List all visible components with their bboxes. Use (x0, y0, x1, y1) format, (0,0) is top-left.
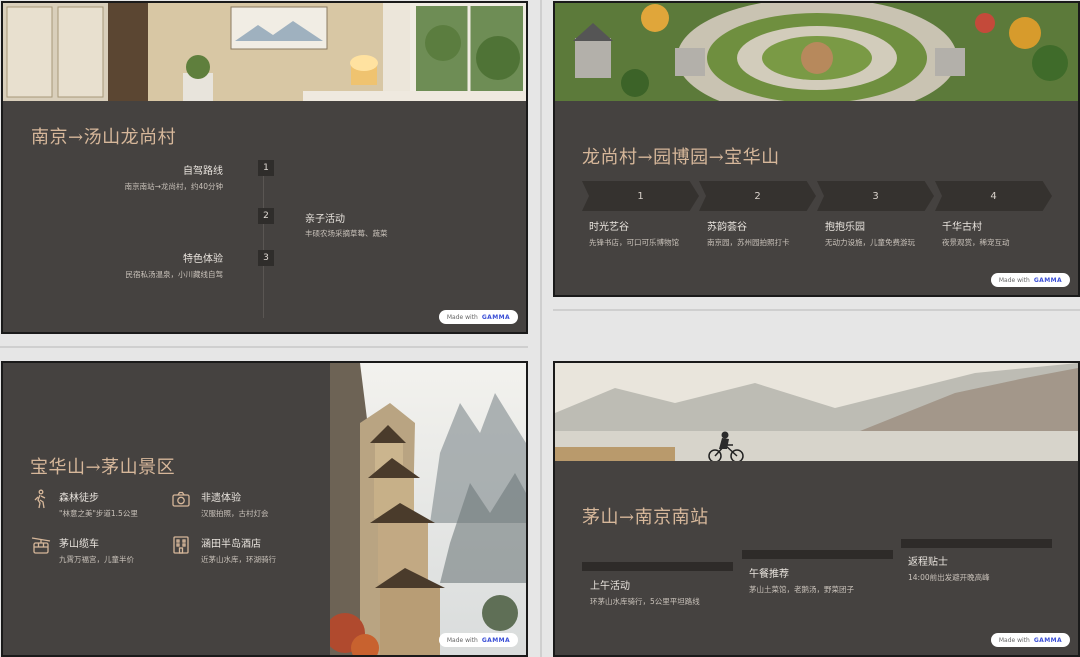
step-number-badge: 1 (258, 160, 274, 176)
interior-room-image (3, 3, 526, 101)
section-description: 14:00前出发避开晚高峰 (908, 573, 990, 582)
made-with-gamma-badge[interactable]: Made with GAMMA (438, 310, 518, 324)
section-bar (901, 539, 1052, 548)
step-description: 夜景观赏，稀宠互动 (942, 238, 1010, 247)
section-heading: 午餐推荐 (749, 569, 789, 580)
slide-title: 南京→汤山龙尚村 (31, 127, 177, 148)
item-heading: 森林徒步 (59, 493, 99, 504)
step-description: 先锋书店，可口可乐博物馆 (589, 238, 679, 247)
step-description: 南京园，苏州园拍照打卡 (707, 238, 790, 247)
hotel-icon (173, 536, 189, 554)
item-description: "林意之美"步道1.5公里 (59, 509, 138, 518)
step-heading: 特色体验 (183, 254, 223, 265)
step-chevron: 3 (817, 181, 934, 211)
section-heading: 上午活动 (590, 581, 630, 592)
step-chevron: 2 (699, 181, 816, 211)
row-divider-left (0, 346, 528, 348)
item-description: 近茅山水库，环湖骑行 (201, 555, 276, 564)
step-number-badge: 3 (258, 250, 274, 266)
slide-baohua-maoshan[interactable]: 宝华山→茅山景区 森林徒步 "林意之美"步道1.5公里 非遗体验 汉服拍照，古村… (1, 361, 528, 657)
item-description: 九霄万福宫，儿童半价 (59, 555, 134, 564)
step-heading: 自驾路线 (183, 166, 223, 177)
step-description: 民宿私汤温泉，小川藏线自驾 (125, 270, 224, 279)
section-description: 茅山土菜馆，老鹅汤，野菜团子 (749, 585, 854, 594)
step-heading: 千华古村 (942, 222, 982, 233)
cable-car-icon (31, 537, 51, 554)
slide-longshang-yuanboyuan[interactable]: 龙尚村→园博园→宝华山 1 2 3 4 时光艺谷 先锋书店，可口可乐博物馆 苏韵… (553, 1, 1080, 297)
step-chevron: 1 (582, 181, 699, 211)
lake-cyclist-image (555, 363, 1078, 461)
step-heading: 抱抱乐园 (825, 222, 865, 233)
slide-nanjing-tangshan[interactable]: 南京→汤山龙尚村 自驾路线 南京南站→龙尚村，约40分钟 1 2 亲子活动 丰硕… (1, 1, 528, 334)
step-description: 无动力设施，儿童免费游玩 (825, 238, 915, 247)
step-heading: 亲子活动 (305, 214, 345, 225)
made-with-gamma-badge[interactable]: Made with GAMMA (438, 633, 518, 647)
mountain-temple-image (330, 363, 526, 655)
section-bar (582, 562, 733, 571)
step-heading: 苏韵荟谷 (707, 222, 747, 233)
step-number-badge: 2 (258, 208, 274, 224)
row-divider-right (553, 309, 1080, 311)
step-description: 丰硕农场采摘草莓、蔬菜 (305, 229, 388, 238)
column-divider (540, 0, 542, 657)
made-with-gamma-badge[interactable]: Made with GAMMA (990, 633, 1070, 647)
item-heading: 涵田半岛酒店 (201, 539, 261, 550)
timeline-line (263, 168, 264, 318)
slide-maoshan-nanjing[interactable]: 茅山→南京南站 上午活动 环茅山水库骑行，5公里平坦路线 午餐推荐 茅山土菜馆，… (553, 361, 1080, 657)
item-description: 汉服拍照，古村灯会 (201, 509, 269, 518)
section-description: 环茅山水库骑行，5公里平坦路线 (590, 597, 700, 606)
gamma-logo: GAMMA (1033, 636, 1062, 644)
slide-title: 宝华山→茅山景区 (30, 457, 176, 478)
step-heading: 时光艺谷 (589, 222, 629, 233)
section-bar (742, 550, 893, 559)
gamma-logo: GAMMA (481, 313, 510, 321)
camera-icon (172, 491, 190, 507)
slide-title: 龙尚村→园博园→宝华山 (582, 147, 780, 168)
step-chevron: 4 (935, 181, 1052, 211)
item-heading: 非遗体验 (201, 493, 241, 504)
gamma-logo: GAMMA (1033, 276, 1062, 284)
step-description: 南京南站→龙尚村，约40分钟 (124, 182, 223, 191)
item-heading: 茅山缆车 (59, 539, 99, 550)
aerial-garden-image (555, 3, 1078, 101)
section-heading: 返程贴士 (908, 557, 948, 568)
hiking-icon (34, 489, 46, 509)
gamma-logo: GAMMA (481, 636, 510, 644)
made-with-gamma-badge[interactable]: Made with GAMMA (990, 273, 1070, 287)
slide-title: 茅山→南京南站 (582, 507, 709, 528)
